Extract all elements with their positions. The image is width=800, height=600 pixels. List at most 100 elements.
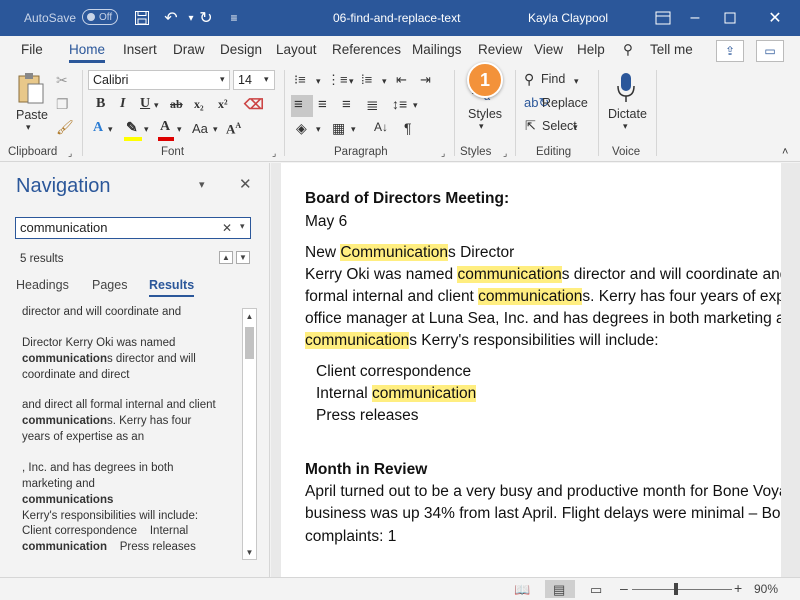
clipboard-launcher-icon[interactable]: ⌟ (68, 148, 72, 159)
tab-file[interactable]: File (21, 42, 43, 57)
minimize-icon[interactable]: – (684, 7, 706, 29)
bold-icon[interactable]: B (96, 96, 105, 112)
format-painter-icon[interactable]: 🖌 (56, 119, 74, 136)
font-color-dropdown-icon[interactable]: ▾ (177, 124, 182, 135)
maximize-icon[interactable] (719, 7, 741, 29)
align-right-icon[interactable]: ≡ (342, 96, 351, 113)
autosave-toggle[interactable]: Off (82, 9, 118, 25)
redo-icon[interactable]: ↻ (195, 7, 217, 29)
zoom-level[interactable]: 90% (754, 582, 778, 596)
tab-layout[interactable]: Layout (276, 42, 317, 57)
shading-dropdown-icon[interactable]: ▾ (316, 124, 321, 135)
bullets-icon[interactable]: ⁝≡ (294, 72, 306, 88)
pane-options-icon[interactable]: ▾ (199, 178, 205, 191)
paste-button[interactable]: Paste (16, 108, 48, 122)
tab-draw[interactable]: Draw (173, 42, 205, 57)
select-dropdown-icon[interactable]: ▾ (573, 122, 578, 133)
tab-home[interactable]: Home (69, 42, 106, 63)
copy-icon[interactable]: ❐ (56, 96, 69, 113)
decrease-indent-icon[interactable]: ⇤ (396, 72, 407, 88)
dictate-dropdown-icon[interactable]: ▾ (623, 121, 628, 132)
paste-icon[interactable] (16, 70, 46, 106)
result-item[interactable]: Client correspondence Internal communica… (0, 523, 240, 555)
multilevel-list-icon[interactable]: ⁞≡ (361, 72, 372, 87)
tab-design[interactable]: Design (220, 42, 262, 57)
microphone-icon[interactable] (615, 72, 637, 104)
superscript-icon[interactable]: x² (218, 97, 228, 112)
clear-search-icon[interactable]: ✕ (222, 221, 232, 235)
results-scrollbar[interactable]: ▲ ▼ (242, 308, 257, 560)
cut-icon[interactable]: ✂ (56, 72, 68, 89)
tab-insert[interactable]: Insert (123, 42, 157, 57)
borders-dropdown-icon[interactable]: ▾ (351, 124, 356, 135)
share-icon[interactable]: ⇪ (716, 40, 744, 62)
shading-icon[interactable]: ◈ (296, 120, 307, 137)
tab-review[interactable]: Review (478, 42, 522, 57)
zoom-slider[interactable] (632, 589, 732, 590)
dictate-button[interactable]: Dictate (608, 107, 647, 121)
highlight-icon[interactable]: ✎ (126, 120, 138, 137)
align-left-icon[interactable]: ≡ (294, 96, 303, 113)
tab-help[interactable]: Help (577, 42, 605, 57)
tab-pages[interactable]: Pages (92, 278, 127, 292)
collapse-ribbon-icon[interactable]: ˄ (782, 146, 788, 158)
scroll-down-icon[interactable]: ▼ (243, 545, 256, 559)
find-button[interactable]: Find (541, 72, 565, 86)
tab-references[interactable]: References (332, 42, 401, 57)
numbering-icon[interactable]: ⋮≡ (327, 72, 348, 88)
result-item[interactable]: and direct all formal internal and clien… (0, 397, 240, 445)
justify-icon[interactable]: ≣ (366, 96, 379, 114)
text-effects-icon[interactable]: A (93, 120, 103, 136)
zoom-slider-thumb[interactable] (674, 583, 678, 595)
document-page[interactable]: Board of Directors Meeting: May 6 New Co… (281, 163, 781, 577)
font-launcher-icon[interactable]: ⌟ (272, 148, 276, 159)
text-effects-dropdown-icon[interactable]: ▾ (108, 124, 113, 135)
show-formatting-icon[interactable]: ¶ (404, 120, 412, 136)
font-name-box[interactable]: Calibri (88, 70, 230, 90)
replace-button[interactable]: Replace (542, 96, 588, 110)
subscript-icon[interactable]: x₂ (194, 97, 204, 112)
styles-dropdown-icon[interactable]: ▾ (479, 121, 484, 132)
select-button[interactable]: Select (542, 119, 577, 133)
increase-indent-icon[interactable]: ⇥ (420, 72, 431, 88)
tab-headings[interactable]: Headings (16, 278, 69, 292)
save-icon[interactable] (131, 7, 153, 29)
underline-dropdown-icon[interactable]: ▾ (154, 100, 159, 111)
ribbon-display-icon[interactable] (652, 7, 674, 29)
search-options-icon[interactable]: ▾ (240, 221, 245, 232)
find-dropdown-icon[interactable]: ▾ (574, 76, 579, 87)
undo-icon[interactable]: ↶ (160, 7, 182, 29)
previous-result-icon[interactable]: ▲ (219, 251, 233, 264)
paragraph-launcher-icon[interactable]: ⌟ (441, 148, 445, 159)
strikethrough-icon[interactable]: ab (170, 97, 183, 112)
print-layout-icon[interactable]: ▤ (553, 582, 565, 598)
sort-icon[interactable]: A↓ (374, 120, 388, 134)
customize-toolbar-icon[interactable]: ≡ (223, 7, 245, 29)
change-case-icon[interactable]: Aa (192, 121, 208, 136)
multilevel-dropdown-icon[interactable]: ▾ (382, 76, 387, 87)
italic-icon[interactable]: I (120, 96, 125, 112)
styles-button[interactable]: Styles (468, 107, 502, 121)
numbering-dropdown-icon[interactable]: ▾ (349, 76, 354, 87)
underline-icon[interactable]: U (140, 96, 150, 112)
result-item[interactable]: Director Kerry Oki was named communicati… (0, 335, 240, 385)
grow-font-icon[interactable]: AA (226, 121, 241, 137)
tab-results[interactable]: Results (149, 278, 195, 297)
paste-dropdown-icon[interactable]: ▾ (26, 122, 31, 133)
search-input[interactable]: communication (15, 217, 251, 239)
highlight-dropdown-icon[interactable]: ▾ (144, 124, 149, 135)
zoom-out-icon[interactable]: – (620, 580, 628, 596)
align-center-icon[interactable]: ≡ (318, 96, 327, 113)
close-pane-icon[interactable]: ✕ (239, 175, 252, 193)
comments-icon[interactable]: ▭ (756, 40, 784, 62)
zoom-in-icon[interactable]: + (734, 580, 742, 596)
styles-launcher-icon[interactable]: ⌟ (503, 148, 507, 159)
web-layout-icon[interactable]: ▭ (590, 582, 602, 598)
line-spacing-icon[interactable]: ↕≡ (392, 96, 407, 112)
scroll-up-icon[interactable]: ▲ (243, 309, 256, 323)
read-mode-icon[interactable]: 📖 (514, 582, 530, 598)
bullets-dropdown-icon[interactable]: ▾ (316, 76, 321, 87)
borders-icon[interactable]: ▦ (332, 120, 345, 137)
font-name-dropdown-icon[interactable]: ▾ (220, 74, 225, 85)
font-size-dropdown-icon[interactable]: ▾ (264, 74, 269, 85)
